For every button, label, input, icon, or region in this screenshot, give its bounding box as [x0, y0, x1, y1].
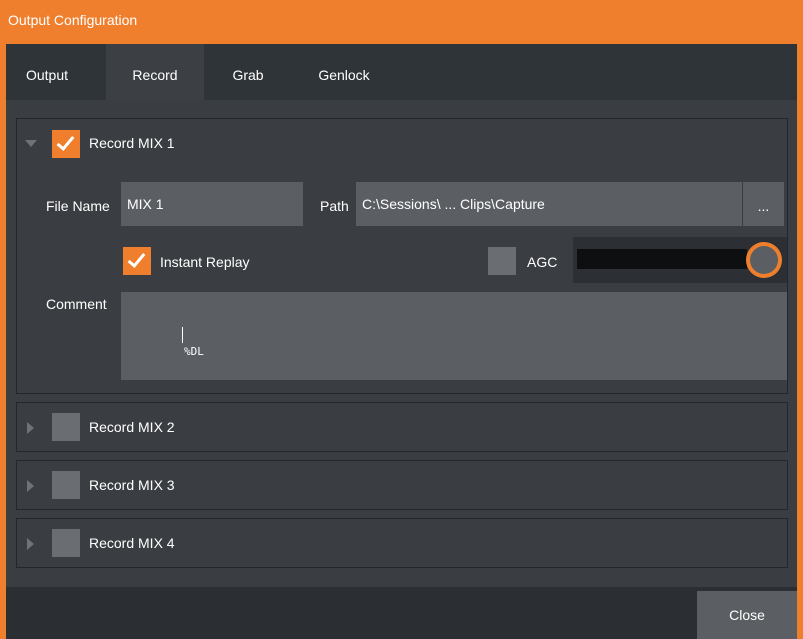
- comment-field[interactable]: [121, 292, 787, 380]
- path-label: Path: [320, 198, 349, 214]
- comment-label: Comment: [46, 296, 107, 312]
- record-mix-1-checkbox[interactable]: [52, 130, 80, 158]
- record-mix-3-panel: Record MIX 3: [16, 460, 788, 510]
- cursor-overlay-tag: %DL: [184, 345, 204, 358]
- record-mix-2-checkbox[interactable]: [52, 413, 80, 441]
- window-title: Output Configuration: [0, 0, 803, 44]
- file-name-field[interactable]: MIX 1: [121, 182, 303, 226]
- record-mix-1-header[interactable]: Record MIX 1: [17, 119, 787, 169]
- record-mix-4-header[interactable]: Record MIX 4: [17, 519, 787, 569]
- expand-caret-icon[interactable]: [27, 480, 34, 492]
- expand-caret-icon[interactable]: [27, 422, 34, 434]
- dialog-footer: Close: [6, 587, 797, 639]
- record-mix-3-checkbox[interactable]: [52, 471, 80, 499]
- tab-bar: Output Record Grab Genlock: [6, 44, 797, 100]
- instant-replay-checkbox[interactable]: [123, 247, 151, 275]
- record-mix-4-title: Record MIX 4: [89, 535, 175, 551]
- text-cursor-icon: [182, 327, 184, 343]
- record-tab-content: Record MIX 1 File Name MIX 1 Path C:\Ses…: [6, 100, 797, 587]
- collapse-caret-icon[interactable]: [25, 140, 37, 147]
- record-mix-1-title: Record MIX 1: [89, 135, 175, 151]
- close-button[interactable]: Close: [697, 591, 797, 639]
- record-mix-2-title: Record MIX 2: [89, 419, 175, 435]
- instant-replay-label: Instant Replay: [160, 254, 250, 270]
- record-mix-2-panel: Record MIX 2: [16, 402, 788, 452]
- expand-caret-icon[interactable]: [27, 538, 34, 550]
- browse-button[interactable]: ...: [742, 182, 784, 226]
- output-configuration-window: Output Configuration Output Record Grab …: [0, 0, 803, 639]
- path-field[interactable]: C:\Sessions\ ... Clips\Capture: [356, 182, 742, 226]
- tab-output[interactable]: Output: [6, 44, 88, 100]
- record-mix-1-panel: Record MIX 1 File Name MIX 1 Path C:\Ses…: [16, 118, 788, 394]
- audio-gain-knob[interactable]: [746, 242, 782, 278]
- knob-dial-icon: [750, 246, 778, 274]
- record-mix-3-title: Record MIX 3: [89, 477, 175, 493]
- record-mix-4-checkbox[interactable]: [52, 529, 80, 557]
- agc-checkbox[interactable]: [488, 247, 516, 275]
- record-mix-3-header[interactable]: Record MIX 3: [17, 461, 787, 511]
- tab-record[interactable]: Record: [106, 44, 204, 100]
- record-mix-4-panel: Record MIX 4: [16, 518, 788, 568]
- audio-level-bar: [577, 249, 747, 269]
- record-mix-2-header[interactable]: Record MIX 2: [17, 403, 787, 453]
- file-name-label: File Name: [46, 198, 110, 214]
- tab-genlock[interactable]: Genlock: [302, 44, 386, 100]
- checkmark-icon: [56, 132, 75, 151]
- tab-grab[interactable]: Grab: [218, 44, 278, 100]
- agc-label: AGC: [527, 254, 558, 270]
- checkmark-icon: [127, 249, 146, 268]
